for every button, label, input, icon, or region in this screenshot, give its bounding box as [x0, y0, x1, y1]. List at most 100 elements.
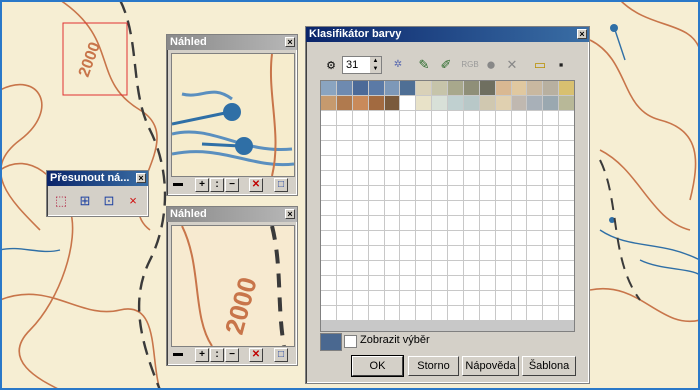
color-cell[interactable]	[448, 171, 463, 185]
color-cell[interactable]	[336, 291, 352, 305]
color-cell[interactable]	[336, 246, 352, 260]
color-cell[interactable]	[336, 156, 352, 170]
color-cell[interactable]	[559, 81, 574, 95]
color-cell[interactable]	[479, 141, 495, 155]
color-cell[interactable]	[384, 231, 400, 245]
color-cell[interactable]	[448, 156, 463, 170]
close-move-icon[interactable]: ×	[125, 193, 141, 209]
zoom-out-icon[interactable]: −	[225, 178, 239, 192]
move-select-icon[interactable]: ⬚	[53, 193, 69, 209]
color-cell[interactable]	[543, 111, 559, 125]
close-icon[interactable]: ×	[285, 209, 295, 219]
color-cell[interactable]	[400, 141, 416, 155]
color-cell[interactable]	[479, 156, 495, 170]
color-cell[interactable]	[479, 231, 495, 245]
color-cell[interactable]	[416, 201, 432, 215]
color-cell[interactable]	[336, 96, 352, 110]
color-cell[interactable]	[559, 201, 574, 215]
color-cell[interactable]	[400, 81, 416, 95]
color-cell[interactable]	[495, 156, 511, 170]
color-cell[interactable]	[416, 276, 432, 290]
color-cell[interactable]	[495, 231, 511, 245]
color-cell[interactable]	[368, 156, 384, 170]
color-cell[interactable]	[479, 291, 495, 305]
color-cell[interactable]	[432, 261, 447, 275]
color-cell[interactable]	[352, 111, 368, 125]
color-cell[interactable]	[463, 261, 479, 275]
color-cell[interactable]	[511, 96, 527, 110]
clear-icon[interactable]: ✕	[504, 57, 520, 73]
color-cell[interactable]	[543, 306, 559, 320]
palette-icon[interactable]: ✲	[390, 57, 406, 73]
color-cell[interactable]	[336, 126, 352, 140]
color-cell[interactable]	[479, 126, 495, 140]
color-cell[interactable]	[463, 81, 479, 95]
color-cell[interactable]	[416, 141, 432, 155]
color-cell[interactable]	[479, 96, 495, 110]
color-cell[interactable]	[559, 216, 574, 230]
color-cell[interactable]	[336, 231, 352, 245]
color-cell[interactable]	[495, 96, 511, 110]
color-cell[interactable]	[527, 306, 543, 320]
color-cell[interactable]	[543, 141, 559, 155]
color-cell[interactable]	[559, 276, 574, 290]
color-cell[interactable]	[543, 126, 559, 140]
color-cell[interactable]	[352, 96, 368, 110]
color-cell[interactable]	[559, 231, 574, 245]
color-cell[interactable]	[495, 276, 511, 290]
color-cell[interactable]	[321, 156, 336, 170]
color-cell[interactable]	[495, 171, 511, 185]
template-button[interactable]: Šablona	[522, 356, 576, 376]
color-cell[interactable]	[321, 216, 336, 230]
count-spinner[interactable]: 31 ▲ ▼	[342, 56, 382, 74]
color-cell[interactable]	[495, 81, 511, 95]
color-cell[interactable]	[432, 81, 447, 95]
color-cell[interactable]	[400, 231, 416, 245]
color-cell[interactable]	[527, 231, 543, 245]
color-cell[interactable]	[416, 171, 432, 185]
color-cell[interactable]	[527, 276, 543, 290]
color-cell[interactable]	[527, 126, 543, 140]
color-cell[interactable]	[432, 216, 447, 230]
color-cell[interactable]	[511, 186, 527, 200]
preview-window-bottom[interactable]: Náhled × 2000 ▬ + : − ✕ □	[166, 206, 298, 366]
color-cell[interactable]	[368, 81, 384, 95]
color-cell[interactable]	[321, 261, 336, 275]
color-cell[interactable]	[495, 261, 511, 275]
color-cell[interactable]	[352, 276, 368, 290]
color-cell[interactable]	[511, 81, 527, 95]
color-cell[interactable]	[448, 81, 463, 95]
color-cell[interactable]	[368, 306, 384, 320]
color-cell[interactable]	[321, 141, 336, 155]
color-cell[interactable]	[352, 216, 368, 230]
color-cell[interactable]	[368, 276, 384, 290]
color-cell[interactable]	[463, 216, 479, 230]
color-cell[interactable]	[416, 261, 432, 275]
color-cell[interactable]	[511, 171, 527, 185]
color-cell[interactable]	[463, 276, 479, 290]
color-cell[interactable]	[384, 261, 400, 275]
color-cell[interactable]	[527, 111, 543, 125]
cancel-button[interactable]: Storno	[408, 356, 459, 376]
color-cell[interactable]	[543, 291, 559, 305]
color-cell[interactable]	[543, 216, 559, 230]
zoom-in-icon[interactable]: +	[195, 348, 209, 362]
color-cell[interactable]	[448, 186, 463, 200]
color-cell[interactable]	[352, 231, 368, 245]
zoom-out-icon[interactable]: −	[225, 348, 239, 362]
color-cell[interactable]	[479, 111, 495, 125]
color-cell[interactable]	[479, 216, 495, 230]
color-cell[interactable]	[448, 246, 463, 260]
color-cell[interactable]	[384, 126, 400, 140]
color-cell[interactable]	[559, 306, 574, 320]
zoom-in-icon[interactable]: +	[195, 178, 209, 192]
color-cell[interactable]	[321, 186, 336, 200]
color-cell[interactable]	[384, 201, 400, 215]
color-cell[interactable]	[495, 111, 511, 125]
color-cell[interactable]	[352, 141, 368, 155]
color-cell[interactable]	[511, 276, 527, 290]
color-cell[interactable]	[321, 276, 336, 290]
eyedropper-icon[interactable]: ✎	[416, 57, 432, 73]
color-cell[interactable]	[384, 216, 400, 230]
color-cell[interactable]	[368, 231, 384, 245]
